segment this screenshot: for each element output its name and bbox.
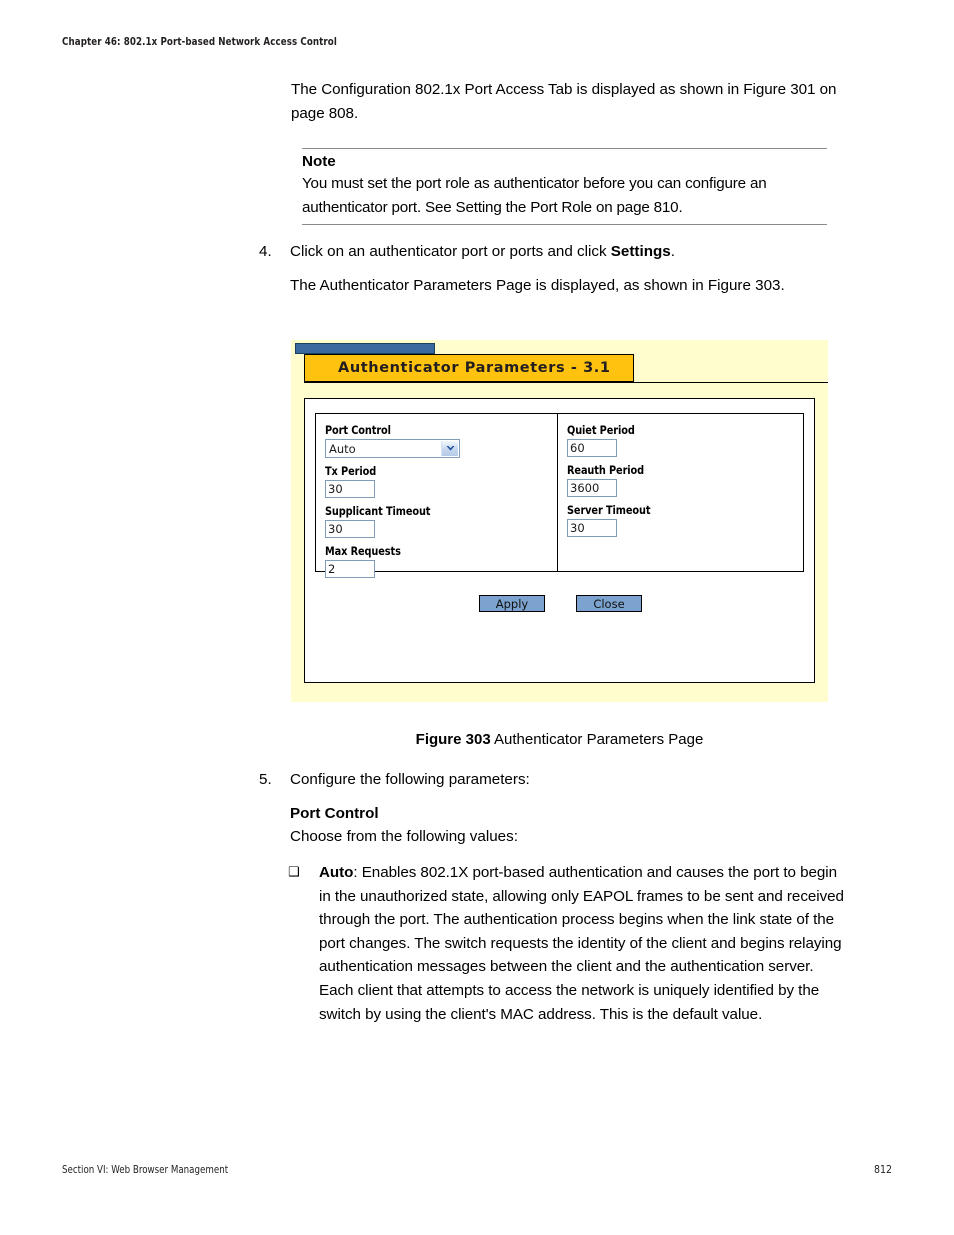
supplicant-timeout-input[interactable]: 30 xyxy=(325,520,375,538)
window-title-tab: Authenticator Parameters - 3.1 xyxy=(304,354,634,382)
step-5-body: Configure the following parameters: Port… xyxy=(290,768,819,849)
intro-paragraph: The Configuration 802.1x Port Access Tab… xyxy=(291,81,837,122)
step-5-number: 5. xyxy=(259,771,272,788)
page-footer: Section VI: Web Browser Management 812 xyxy=(62,1164,892,1176)
bullet-auto-text: : Enables 802.1X port-based authenticati… xyxy=(319,864,844,1023)
step-4: 4. Click on an authenticator port or por… xyxy=(259,240,819,297)
field-reauth-period: Reauth Period 3600 xyxy=(567,464,803,497)
step-5-subheading: Port Control xyxy=(290,804,379,822)
running-head-text: Chapter 46: 802.1x Port-based Network Ac… xyxy=(62,36,337,48)
footer-page-number: 812 xyxy=(873,1164,892,1176)
note-top-rule xyxy=(302,148,827,149)
step-4-line-1: Click on an authenticator port or ports … xyxy=(290,240,819,264)
field-server-timeout: Server Timeout 30 xyxy=(567,504,803,537)
field-max-requests: Max Requests 2 xyxy=(325,545,557,578)
window-content-panel: Port Control Auto Tx Period 30 Supplican… xyxy=(304,398,815,683)
step-5-spacer xyxy=(290,792,819,802)
port-control-selected-value: Auto xyxy=(329,441,356,456)
step-5-line-2: Choose from the following values: xyxy=(290,828,518,846)
parameters-left-column: Port Control Auto Tx Period 30 Supplican… xyxy=(316,414,559,578)
parameters-form-table: Port Control Auto Tx Period 30 Supplican… xyxy=(315,413,804,578)
field-label-server-timeout: Server Timeout xyxy=(567,504,651,517)
step-4-spacer xyxy=(290,264,819,274)
note-text: You must set the port role as authentica… xyxy=(302,175,767,216)
step-4-line-2: The Authenticator Parameters Page is dis… xyxy=(290,276,785,294)
step-4-settings-emphasis: Settings xyxy=(610,243,671,260)
field-label-reauth-period: Reauth Period xyxy=(567,464,645,477)
quiet-period-input[interactable]: 60 xyxy=(567,439,618,457)
chevron-down-icon[interactable] xyxy=(441,441,458,456)
running-head: Chapter 46: 802.1x Port-based Network Ac… xyxy=(62,36,337,48)
port-control-select[interactable]: Auto xyxy=(325,439,460,458)
parameters-right-column: Quiet Period 60 Reauth Period 3600 Serve… xyxy=(558,414,803,571)
figure-caption-number: Figure 303 xyxy=(415,731,491,748)
field-label-max-requests: Max Requests xyxy=(325,545,401,558)
figure-caption-text: Authenticator Parameters Page xyxy=(494,731,704,748)
step-4-number: 4. xyxy=(259,243,272,260)
field-label-supplicant-timeout: Supplicant Timeout xyxy=(325,505,431,518)
field-label-tx-period: Tx Period xyxy=(325,465,377,478)
step-5: 5. Configure the following parameters: P… xyxy=(259,768,819,849)
field-label-quiet-period: Quiet Period xyxy=(567,424,635,437)
field-quiet-period: Quiet Period 60 xyxy=(567,424,803,457)
reauth-period-input[interactable]: 3600 xyxy=(567,479,618,497)
apply-button[interactable]: Apply xyxy=(479,595,545,612)
authenticator-parameters-window: Authenticator Parameters - 3.1 Port Cont… xyxy=(291,340,828,702)
bullet-item-auto: ❑ Auto: Enables 802.1X port-based authen… xyxy=(288,861,846,1026)
field-supplicant-timeout: Supplicant Timeout 30 xyxy=(325,505,557,538)
field-tx-period: Tx Period 30 xyxy=(325,465,557,498)
step-4-text-prefix: Click on an authenticator port or ports … xyxy=(290,243,611,260)
note-box: Note You must set the port role as authe… xyxy=(302,148,827,226)
action-button-row: Apply Close xyxy=(305,595,816,612)
field-label-port-control: Port Control xyxy=(325,424,391,437)
note-bottom-rule xyxy=(302,224,827,226)
bullet-auto-body: Auto: Enables 802.1X port-based authenti… xyxy=(319,861,846,1026)
server-timeout-input[interactable]: 30 xyxy=(567,519,618,537)
title-tab-underline xyxy=(304,382,828,383)
step-5-line-1: Configure the following parameters: xyxy=(290,771,530,788)
hollow-square-bullet-icon: ❑ xyxy=(288,865,300,880)
footer-section-label: Section VI: Web Browser Management xyxy=(62,1164,229,1176)
window-title: Authenticator Parameters - 3.1 xyxy=(338,360,611,376)
tx-period-input[interactable]: 30 xyxy=(325,480,375,498)
max-requests-input[interactable]: 2 xyxy=(325,560,375,578)
intro-paragraph-block: The Configuration 802.1x Port Access Tab… xyxy=(291,78,847,125)
close-button[interactable]: Close xyxy=(576,595,642,612)
window-accent-bar xyxy=(295,343,435,354)
step-4-body: Click on an authenticator port or ports … xyxy=(290,240,819,297)
figure-caption: Figure 303 Authenticator Parameters Page xyxy=(291,730,828,750)
note-title: Note xyxy=(302,153,336,170)
field-port-control: Port Control Auto xyxy=(325,424,557,458)
bullet-auto-term: Auto xyxy=(319,864,354,881)
step-4-text-suffix: . xyxy=(670,243,675,260)
